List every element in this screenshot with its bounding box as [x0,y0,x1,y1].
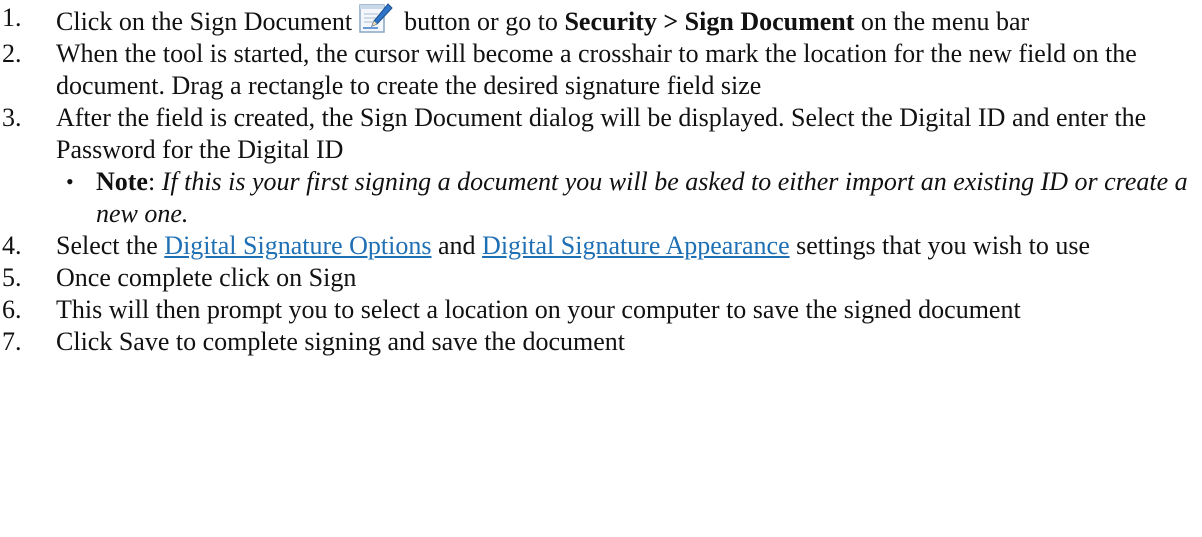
sign-document-icon [358,2,394,34]
step-text: After the field is created, the Sign Doc… [56,103,1147,164]
step-5: 5. Once complete click on Sign [0,262,1202,294]
note-separator: : [147,167,162,196]
step-text-end: on the menu bar [854,7,1030,36]
step-number: 3. [2,103,22,132]
step-1: 1. Click on the Sign Document button or … [0,2,1202,38]
step-text: This will then prompt you to select a lo… [56,295,1021,324]
step-number: 6. [2,295,22,324]
bullet-icon: • [66,169,74,194]
step-number: 5. [2,263,22,292]
step-text: Once complete click on Sign [56,263,357,292]
digital-signature-options-link[interactable]: Digital Signature Options [164,231,431,260]
step-6: 6. This will then prompt you to select a… [0,294,1202,326]
step-text-cont: button or go to [404,7,565,36]
step-text: Click Save to complete signing and save … [56,327,625,356]
note-text: If this is your first signing a document… [96,167,1188,228]
note-list: • Note: If this is your first signing a d… [56,166,1202,230]
step-7: 7. Click Save to complete signing and sa… [0,326,1202,358]
steps-list: 1. Click on the Sign Document button or … [0,2,1202,358]
menu-path: Security > Sign Document [564,7,855,36]
step-number: 7. [2,327,22,356]
step-text: Click on the Sign Document [56,7,353,36]
step-number: 4. [2,231,22,260]
step-number: 2. [2,39,22,68]
step-3: 3. After the field is created, the Sign … [0,102,1202,230]
step-text-mid: and [431,231,483,260]
step-text-end: settings that you wish to use [789,231,1091,260]
step-number: 1. [2,3,22,32]
note-label: Note [96,167,148,196]
step-4: 4. Select the Digital Signature Options … [0,230,1202,262]
digital-signature-appearance-link[interactable]: Digital Signature Appearance [482,231,790,260]
step-text: When the tool is started, the cursor wil… [56,39,1137,100]
step-2: 2. When the tool is started, the cursor … [0,38,1202,102]
note-item: • Note: If this is your first signing a d… [0,166,1202,230]
step-text: Select the [56,231,165,260]
instruction-document: 1. Click on the Sign Document button or … [0,0,1202,537]
